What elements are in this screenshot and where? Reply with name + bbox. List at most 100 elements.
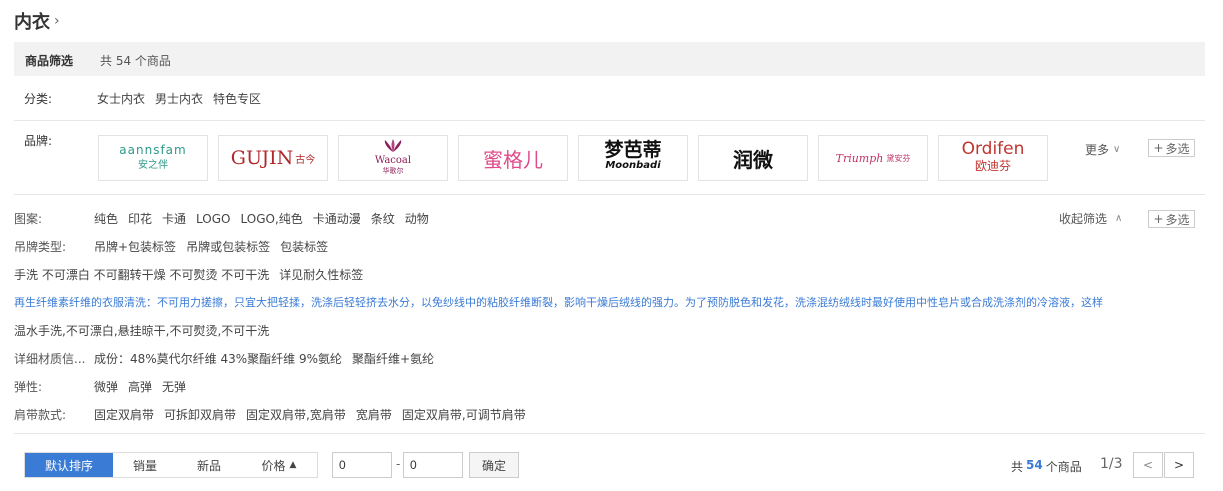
- price-max-input[interactable]: [403, 452, 463, 478]
- brand-logo-runwei[interactable]: 润微: [698, 135, 808, 181]
- pattern-item[interactable]: 纯色: [94, 212, 118, 226]
- page-indicator: 1/3: [1100, 456, 1123, 472]
- brand-logo-text: 润微: [733, 147, 773, 172]
- strap-item[interactable]: 固定双肩带,可调节肩带: [402, 408, 526, 422]
- brand-logo-subtext: Moonbadi: [605, 160, 661, 171]
- brand-logo-triumph[interactable]: Triumph 黛安芬: [818, 135, 928, 181]
- brand-multi-select-button[interactable]: + 多选: [1148, 139, 1195, 157]
- tag-type-label: 吊牌类型:: [14, 240, 67, 254]
- wacoal-flower-icon: [384, 139, 402, 152]
- pattern-item[interactable]: 卡通动漫: [313, 212, 361, 226]
- brand-logo-wacoal[interactable]: Wacoal 华歌尔: [338, 135, 448, 181]
- filter-row-tag-type: 吊牌类型: 吊牌+包装标签 吊牌或包装标签 包装标签: [14, 238, 338, 255]
- price-min-input[interactable]: [332, 452, 392, 478]
- pattern-item[interactable]: LOGO: [196, 212, 230, 226]
- plus-icon: +: [1153, 212, 1164, 226]
- brand-logo-moonbadi[interactable]: 梦芭蒂 Moonbadi: [578, 135, 688, 181]
- price-range-dash: -: [396, 457, 401, 471]
- product-count: 共 54 个商品: [100, 54, 171, 68]
- filter-row-wash: 手洗 不可漂白 不可翻转干燥 不可熨烫 不可干洗 详见耐久性标签: [14, 266, 373, 283]
- elasticity-item[interactable]: 高弹: [128, 380, 152, 394]
- brand-logo-subtext: 安之伴: [138, 160, 168, 171]
- brand-more-button[interactable]: 更多 ∨: [1085, 141, 1120, 158]
- strap-item[interactable]: 固定双肩带,宽肩带: [246, 408, 346, 422]
- collapse-filters-button[interactable]: 收起筛选 ∧: [1059, 210, 1122, 227]
- warm-wash-item[interactable]: 温水手洗,不可漂白,悬挂晾干,不可熨烫,不可干洗: [14, 322, 269, 339]
- pattern-label: 图案:: [14, 212, 43, 226]
- brand-logo-text: aannsfam: [119, 143, 187, 157]
- brand-logo-subtext: 华歌尔: [382, 167, 404, 175]
- pattern-multi-select-button[interactable]: + 多选: [1148, 210, 1195, 228]
- filter-row-pattern: 图案: 纯色 印花 卡通 LOGO LOGO,纯色 卡通动漫 条纹 动物: [14, 210, 439, 227]
- brand-logo-gujin[interactable]: GUJIN 古今: [218, 135, 328, 181]
- material-label: 详细材质信...: [14, 352, 86, 366]
- pattern-item[interactable]: 卡通: [162, 212, 186, 226]
- brand-logo-text: Ordifen: [961, 139, 1025, 159]
- brand-logo-aannsfam[interactable]: aannsfam 安之伴: [98, 135, 208, 181]
- brand-label: 品牌:: [24, 134, 53, 148]
- strap-item[interactable]: 可拆卸双肩带: [164, 408, 236, 422]
- brand-logo-text: Wacoal: [374, 155, 412, 166]
- filter-row-elasticity: 弹性: 微弹 高弹 无弹: [14, 378, 196, 395]
- care-instructions-link[interactable]: 再生纤维素纤维的衣服清洗：不可用力搓擦，只宜大把轻揉，洗涤后轻轻挤去水分，以免纱…: [14, 294, 1205, 310]
- pattern-multi-select-label: 多选: [1165, 212, 1190, 227]
- brand-logo-text: Triumph: [835, 151, 884, 165]
- material-item[interactable]: 成份：48%莫代尔纤维 43%聚酯纤维 9%氨纶: [94, 352, 342, 366]
- next-page-button[interactable]: >: [1164, 452, 1194, 478]
- tag-type-item[interactable]: 包装标签: [280, 240, 328, 254]
- brand-more-label: 更多: [1085, 143, 1110, 157]
- brand-logo-ordifen[interactable]: Ordifen 欧迪芬: [938, 135, 1048, 181]
- collapse-filters-label: 收起筛选: [1059, 212, 1108, 226]
- sort-arrow-up-icon: ▲: [289, 460, 297, 470]
- divider: [14, 433, 1205, 434]
- filter-row-material: 详细材质信... 成份：48%莫代尔纤维 43%聚酯纤维 9%氨纶 聚酯纤维+氨纶: [14, 350, 444, 367]
- total-count-text: 共 54 个商品: [1011, 458, 1082, 475]
- sort-price-button[interactable]: 价格 ▲: [241, 453, 317, 477]
- price-confirm-button[interactable]: 确定: [469, 452, 519, 478]
- strap-item[interactable]: 宽肩带: [356, 408, 392, 422]
- divider: [14, 194, 1205, 195]
- chevron-up-icon: ∧: [1115, 213, 1123, 224]
- elasticity-item[interactable]: 微弹: [94, 380, 118, 394]
- strap-item[interactable]: 固定双肩带: [94, 408, 154, 422]
- filter-row-strap: 肩带款式: 固定双肩带 可拆卸双肩带 固定双肩带,宽肩带 宽肩带 固定双肩带,可调节肩带: [14, 406, 536, 423]
- sort-sales-button[interactable]: 销量: [113, 453, 177, 477]
- brand-logo-subtext: 黛安芬: [886, 153, 911, 163]
- category-item-special[interactable]: 特色专区: [213, 90, 261, 107]
- brand-logo-migeer[interactable]: 蜜格儿: [458, 135, 568, 181]
- category-item-men[interactable]: 男士内衣: [155, 90, 203, 107]
- brand-logo-text: 梦芭蒂: [604, 139, 662, 161]
- chevron-right-icon: >: [1173, 458, 1185, 472]
- tag-type-item[interactable]: 吊牌+包装标签: [94, 240, 176, 254]
- chevron-left-icon: <: [1142, 458, 1154, 472]
- elasticity-item[interactable]: 无弹: [162, 380, 186, 394]
- chevron-down-icon: ∨: [1113, 144, 1121, 155]
- wash-item[interactable]: 详见耐久性标签: [279, 268, 363, 282]
- plus-icon: +: [1153, 141, 1164, 155]
- category-list: 女士内衣 男士内衣 特色专区: [97, 90, 271, 107]
- brand-logo-subtext: 古今: [295, 154, 316, 166]
- brand-logo-subtext: 欧迪芬: [974, 159, 1011, 173]
- chevron-right-icon: ›: [54, 13, 60, 29]
- total-count-number: 54: [1026, 458, 1043, 472]
- category-item-women[interactable]: 女士内衣: [97, 90, 145, 107]
- brand-logo-text: GUJIN: [230, 147, 294, 169]
- sort-bar: 默认排序 销量 新品 价格 ▲: [24, 452, 318, 478]
- category-label: 分类:: [24, 92, 53, 106]
- page-title[interactable]: 内衣 ›: [14, 8, 60, 34]
- sort-price-label: 价格: [261, 458, 286, 473]
- brand-logo-text: 蜜格儿: [483, 147, 543, 172]
- material-item[interactable]: 聚酯纤维+氨纶: [352, 352, 434, 366]
- pattern-item[interactable]: LOGO,纯色: [241, 212, 303, 226]
- sort-new-button[interactable]: 新品: [177, 453, 241, 477]
- divider: [14, 120, 1205, 121]
- total-count-suffix: 个商品: [1045, 460, 1082, 474]
- wash-item[interactable]: 手洗 不可漂白 不可翻转干燥 不可熨烫 不可干洗: [14, 268, 269, 282]
- brand-multi-select-label: 多选: [1165, 141, 1190, 156]
- prev-page-button[interactable]: <: [1133, 452, 1163, 478]
- sort-default-button[interactable]: 默认排序: [25, 453, 113, 477]
- pattern-item[interactable]: 印花: [128, 212, 152, 226]
- pattern-item[interactable]: 动物: [405, 212, 429, 226]
- pattern-item[interactable]: 条纹: [371, 212, 395, 226]
- tag-type-item[interactable]: 吊牌或包装标签: [186, 240, 270, 254]
